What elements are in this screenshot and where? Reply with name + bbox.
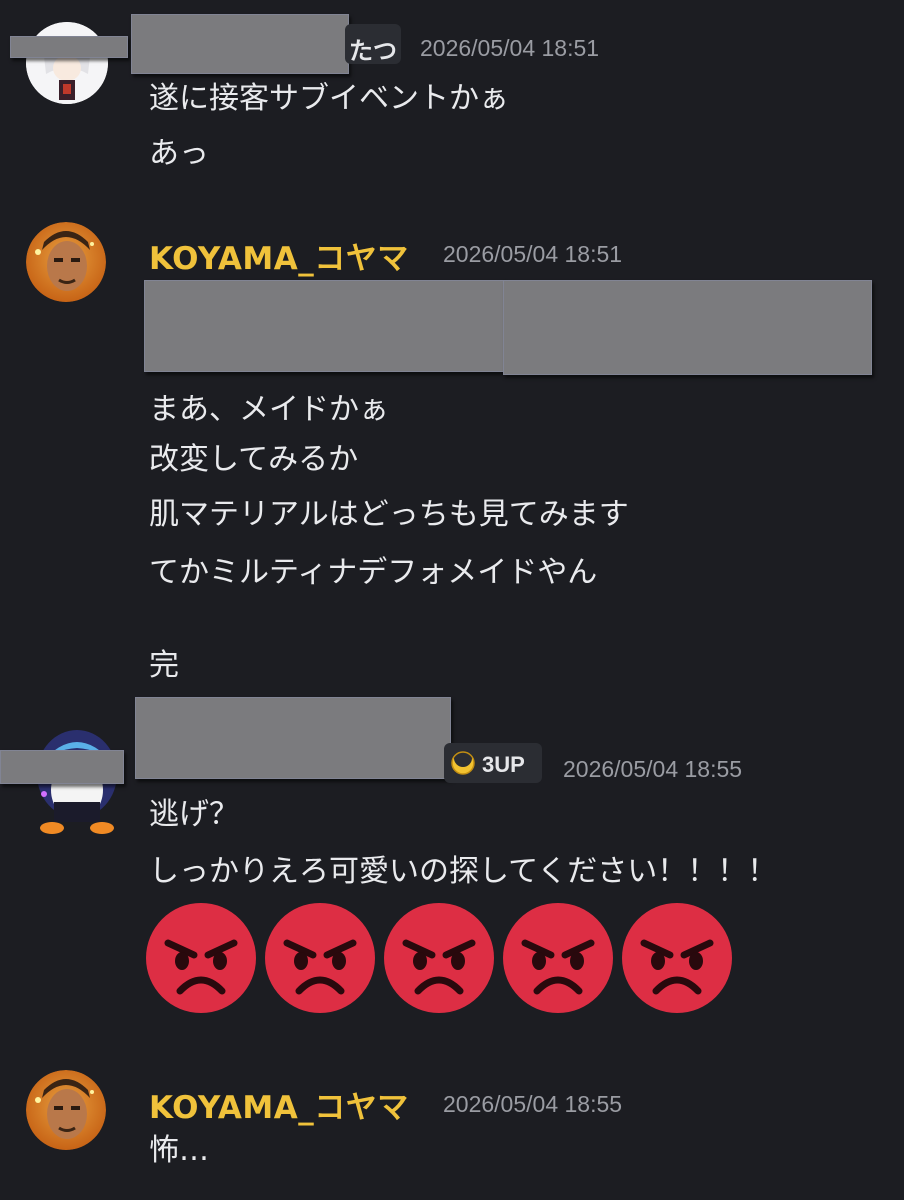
- avatar-koyama[interactable]: [26, 1070, 106, 1150]
- message-line: 怖…: [149, 1133, 209, 1168]
- badge-label: 3UP: [482, 752, 525, 777]
- redacted-username-3: [135, 697, 451, 779]
- pouting-face-icon: [265, 903, 375, 1013]
- avatar-user-1[interactable]: [26, 22, 108, 104]
- author-name[interactable]: KOYAMA_コヤマ: [149, 1082, 409, 1127]
- pouting-face-icon: [384, 903, 494, 1013]
- username-suffix: たつ: [349, 38, 397, 65]
- message-line: 改変してみるか: [149, 442, 359, 477]
- pouting-face-icon: [146, 903, 256, 1013]
- timestamp: 2026/05/04 18:51: [420, 35, 600, 61]
- message-line: 肌マテリアルはどっちも見てみます: [149, 497, 629, 532]
- message-line: しっかりえろ可愛いの探してください！！！！: [149, 854, 778, 889]
- message-line: 逃げ？: [149, 797, 239, 832]
- username-suffix-tag: たつ: [345, 24, 401, 65]
- message-line: まあ、メイドかぁ: [149, 392, 389, 427]
- pouting-face-icon: [622, 903, 732, 1013]
- redacted-attachment-1[interactable]: [144, 280, 504, 372]
- avatar-character-icon: [26, 22, 108, 104]
- redacted-username-1: [131, 14, 349, 74]
- avatar-face-icon: [26, 1070, 106, 1150]
- redacted-attachment-2[interactable]: [503, 280, 872, 375]
- timestamp: 2026/05/04 18:55: [563, 756, 743, 782]
- emoji-row: [146, 903, 732, 1013]
- avatar-koyama[interactable]: [26, 222, 106, 302]
- message-line: 遂に接客サブイベントかぁ: [149, 81, 509, 116]
- pouting-face-icon: [503, 903, 613, 1013]
- message-line: てかミルティナデフォメイドやん: [149, 555, 598, 590]
- timestamp: 2026/05/04 18:51: [443, 241, 623, 267]
- moon-badge-icon: [451, 750, 475, 775]
- message-line: あっ: [149, 136, 209, 171]
- user-badge: 3UP: [444, 743, 542, 783]
- redacted-avatar-bar: [10, 36, 128, 58]
- author-name[interactable]: KOYAMA_コヤマ: [149, 233, 409, 278]
- redacted-avatar-bar: [0, 750, 124, 784]
- timestamp: 2026/05/04 18:55: [443, 1091, 623, 1117]
- message-line: 完: [149, 648, 179, 683]
- avatar-face-icon: [26, 222, 106, 302]
